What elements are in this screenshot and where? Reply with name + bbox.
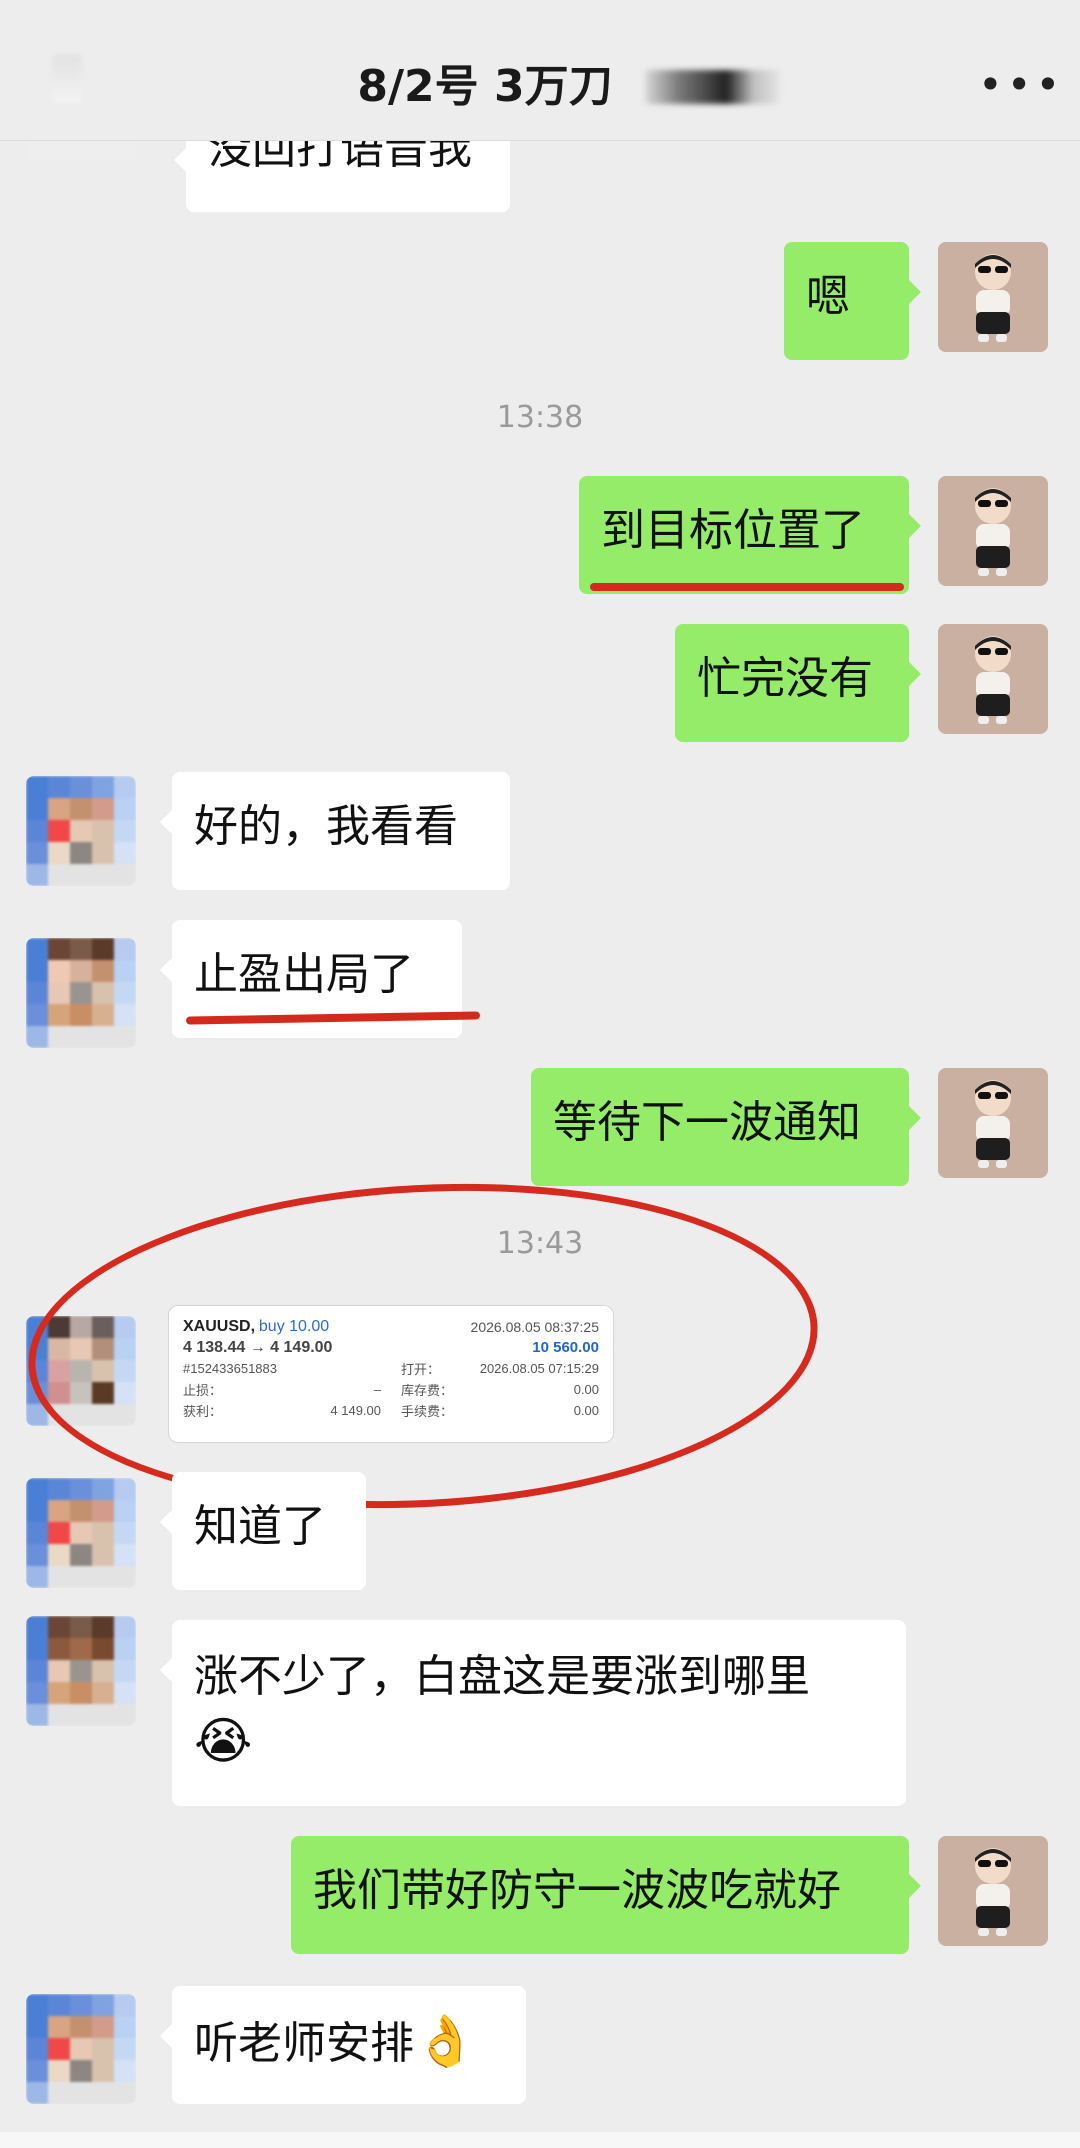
message-text: 听老师安排 bbox=[194, 2018, 414, 2069]
contact-avatar[interactable] bbox=[26, 776, 136, 886]
contact-avatar[interactable] bbox=[26, 1316, 136, 1426]
trade-close-time: 2026.08.05 08:37:25 bbox=[470, 1318, 599, 1335]
message-bubble-outgoing[interactable]: 嗯 bbox=[784, 242, 921, 360]
input-bar-edge bbox=[0, 2132, 1080, 2148]
trade-profit: 10 560.00 bbox=[532, 1339, 599, 1356]
contact-avatar[interactable] bbox=[26, 938, 136, 1048]
timestamp: 13:43 bbox=[496, 1226, 584, 1261]
trade-price-change: 4 138.44 → 4 149.00 bbox=[183, 1338, 333, 1356]
contact-avatar[interactable] bbox=[26, 1478, 136, 1588]
trade-side: buy 10.00 bbox=[258, 1317, 330, 1335]
timestamp: 13:38 bbox=[496, 400, 584, 435]
avatar-figure-icon bbox=[938, 1068, 1048, 1178]
trade-sl-label: 止损： bbox=[183, 1383, 223, 1398]
chat-header: 8/2号 3万刀 ••• bbox=[0, 0, 1080, 141]
trade-open-time: 2026.08.05 07:15:29 bbox=[479, 1361, 599, 1376]
redacted-name bbox=[645, 70, 780, 104]
avatar-figure-icon bbox=[938, 476, 1048, 586]
trade-fee-value: 0.00 bbox=[573, 1403, 599, 1418]
message-bubble-incoming[interactable]: 知道了 bbox=[160, 1472, 366, 1590]
crying-emoji-icon: 😭 bbox=[194, 1712, 253, 1770]
message-bubble-outgoing[interactable]: 到目标位置了 bbox=[579, 476, 921, 594]
message-bubble-incoming[interactable]: 好的，我看看 bbox=[160, 772, 510, 890]
trade-tp-value: 4 149.00 bbox=[330, 1403, 381, 1418]
message-bubble-incoming[interactable]: 听老师安排👌 bbox=[160, 1986, 526, 2104]
message-bubble-outgoing[interactable]: 我们带好防守一波波吃就好 bbox=[291, 1836, 921, 1954]
trade-sl-value: – bbox=[373, 1382, 381, 1397]
message-bubble-outgoing[interactable]: 忙完没有 bbox=[675, 624, 921, 742]
avatar-figure-icon bbox=[938, 624, 1048, 734]
trade-order-id: #152433651883 bbox=[183, 1361, 277, 1376]
contact-avatar[interactable] bbox=[26, 1994, 136, 2104]
more-options-icon[interactable]: ••• bbox=[978, 60, 1064, 109]
trade-swap-label: 库存费： bbox=[401, 1383, 454, 1398]
ok-hand-emoji-icon: 👌 bbox=[414, 2012, 477, 2070]
message-bubble-incoming[interactable]: 涨不少了，白盘这是要涨到哪里 😭 bbox=[160, 1620, 906, 1806]
trade-swap-value: 0.00 bbox=[573, 1382, 599, 1397]
trade-fee-label: 手续费： bbox=[401, 1404, 454, 1419]
my-avatar[interactable] bbox=[938, 624, 1048, 734]
red-underline-annotation bbox=[590, 583, 904, 591]
avatar-figure-icon bbox=[938, 1836, 1048, 1946]
my-avatar[interactable] bbox=[938, 1068, 1048, 1178]
my-avatar[interactable] bbox=[938, 1836, 1048, 1946]
message-text: 涨不少了，白盘这是要涨到哪里 bbox=[194, 1651, 810, 1702]
trade-symbol: XAUUSD, bbox=[183, 1317, 256, 1335]
trade-record-card[interactable]: XAUUSD, buy 10.00 2026.08.05 08:37:25 4 … bbox=[168, 1305, 614, 1443]
avatar-figure-icon bbox=[938, 242, 1048, 352]
contact-avatar[interactable] bbox=[26, 1616, 136, 1726]
chat-title: 8/2号 3万刀 bbox=[357, 61, 613, 112]
trade-open-label: 打开： bbox=[401, 1362, 441, 1377]
my-avatar[interactable] bbox=[938, 476, 1048, 586]
my-avatar[interactable] bbox=[938, 242, 1048, 352]
message-bubble-outgoing[interactable]: 等待下一波通知 bbox=[531, 1068, 921, 1186]
trade-tp-label: 获利： bbox=[183, 1404, 223, 1419]
